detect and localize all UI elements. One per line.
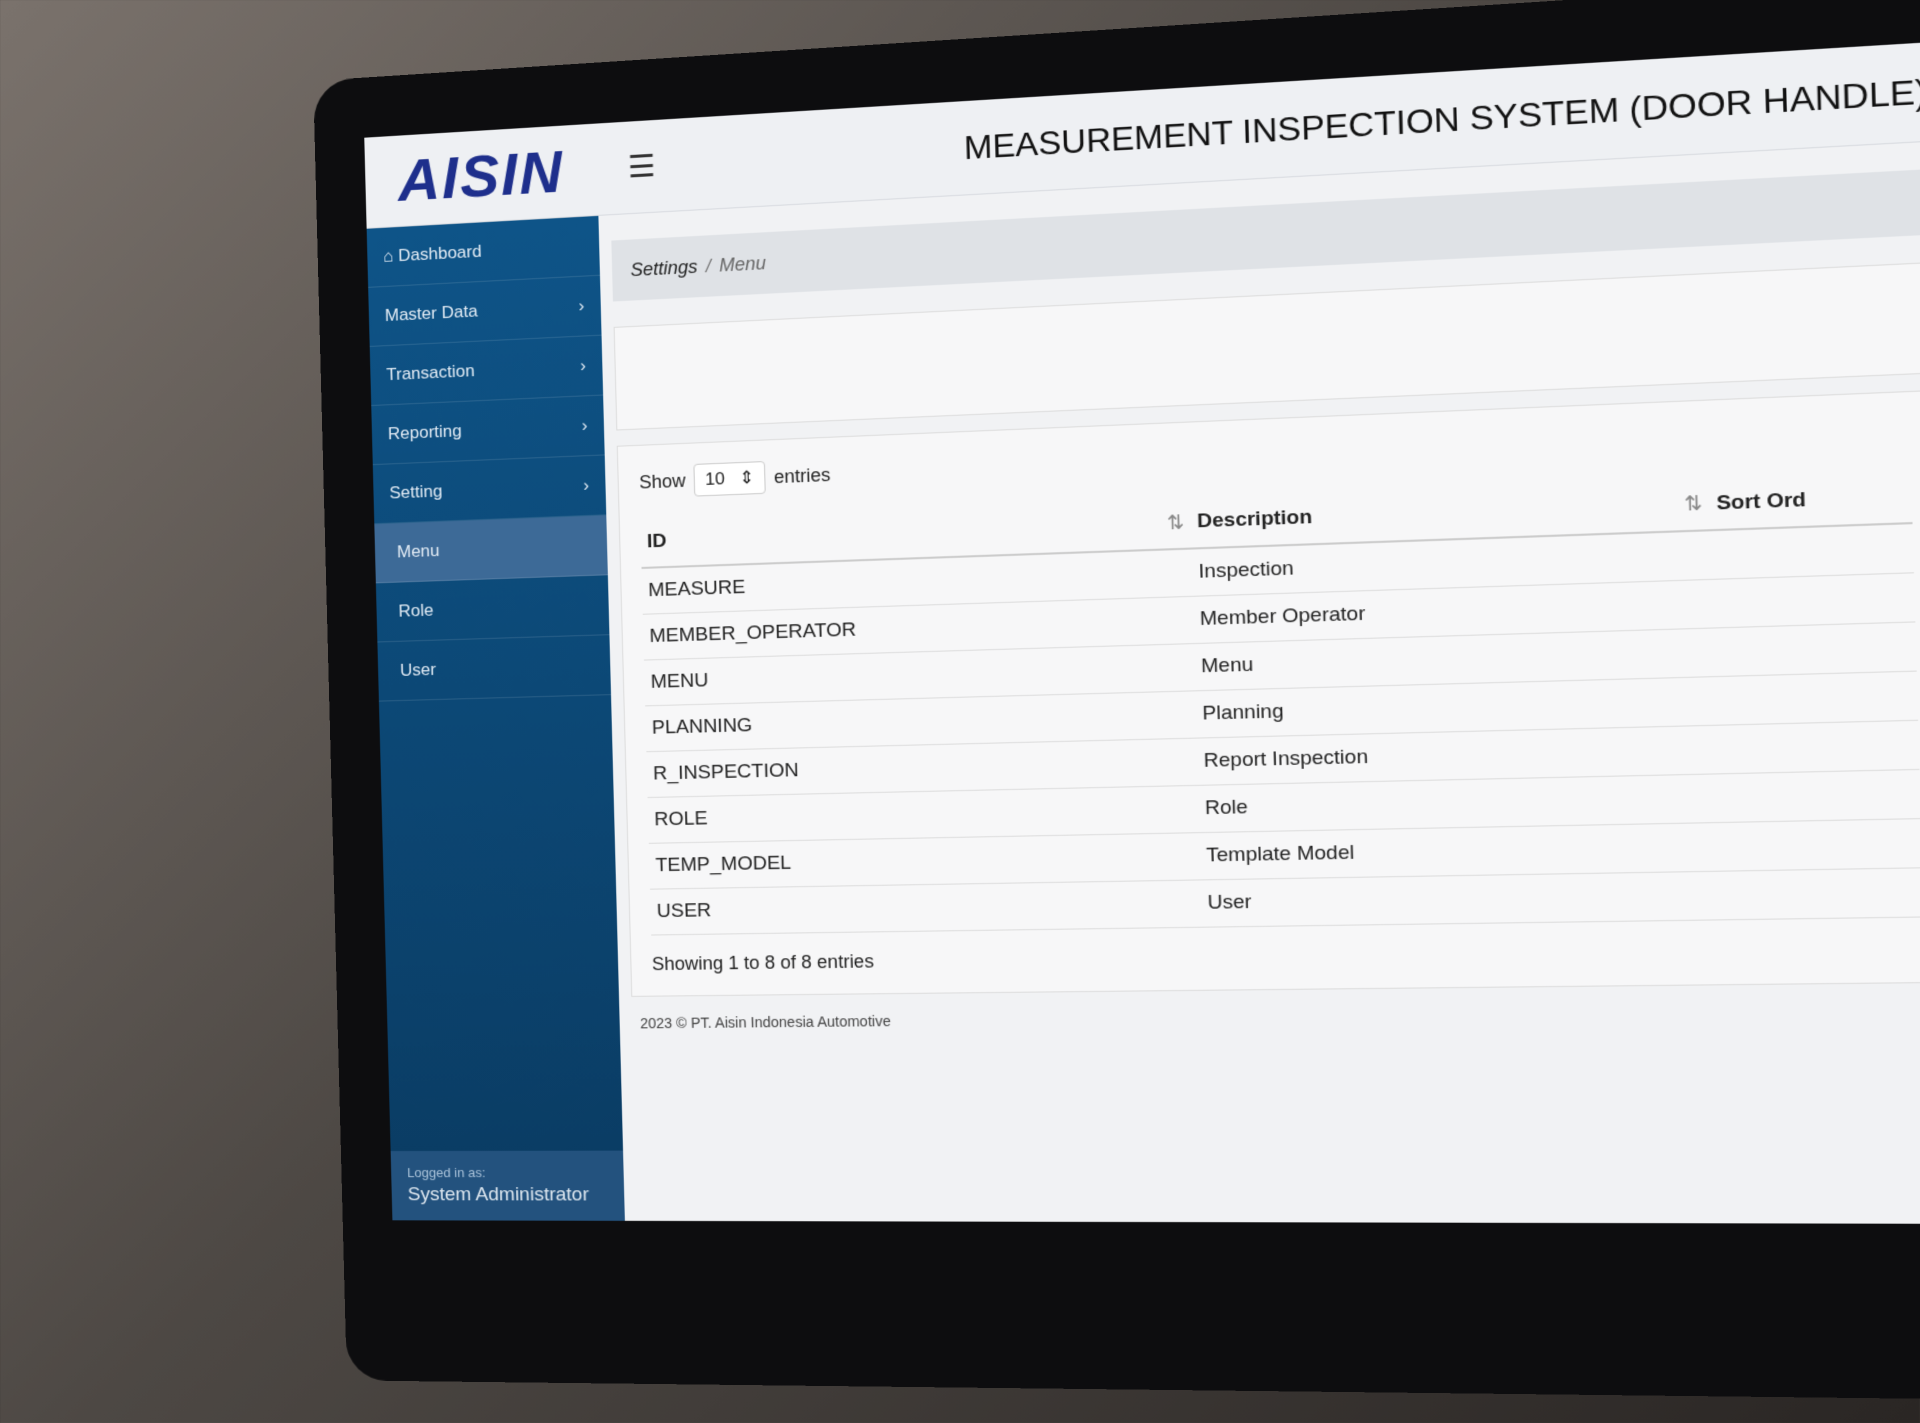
home-icon: ⌂ bbox=[383, 246, 399, 266]
page-size-value: 10 bbox=[704, 468, 726, 490]
show-label: Show bbox=[638, 469, 686, 493]
chevron-right-icon: › bbox=[579, 355, 587, 376]
sidebar-item-reporting[interactable]: Reporting › bbox=[371, 395, 605, 466]
cell-sort-order bbox=[1714, 671, 1919, 726]
entries-label: entries bbox=[773, 463, 831, 487]
cell-description: User bbox=[1200, 871, 1722, 928]
breadcrumb-separator: / bbox=[705, 255, 712, 276]
sidebar-item-label: Master Data bbox=[384, 301, 478, 326]
laptop-bezel: AISIN ☰ MEASUREMENT INSPECTION SYSTEM (D… bbox=[313, 0, 1920, 1401]
sidebar: ⌂ Dashboard Master Data › Transaction › Re… bbox=[366, 215, 625, 1221]
menu-table-card: Show 10 ⇕ entries ID ⇅ Description ⇅ Sort O… bbox=[616, 389, 1920, 997]
sidebar-item-menu[interactable]: Menu bbox=[374, 515, 608, 584]
sidebar-item-label: User bbox=[399, 659, 437, 680]
cell-sort-order bbox=[1719, 867, 1920, 920]
sort-icon[interactable]: ⇅ bbox=[1166, 511, 1184, 536]
cell-sort-order bbox=[1716, 769, 1920, 823]
aisin-logo: AISIN bbox=[397, 138, 565, 214]
cell-sort-order bbox=[1718, 818, 1920, 872]
app-screen: AISIN ☰ MEASUREMENT INSPECTION SYSTEM (D… bbox=[364, 41, 1920, 1224]
cell-id: USER bbox=[649, 879, 1202, 936]
sort-icon[interactable]: ⇅ bbox=[1684, 492, 1703, 517]
footer-copyright: 2023 © PT. Aisin Indonesia Automotive bbox=[639, 1012, 891, 1032]
sidebar-item-user[interactable]: User bbox=[377, 635, 612, 702]
page-size-select[interactable]: 10 ⇕ bbox=[693, 461, 766, 497]
sidebar-item-setting[interactable]: Setting › bbox=[372, 455, 607, 525]
column-header-sort-order[interactable]: Sort Ord bbox=[1708, 470, 1913, 531]
sidebar-item-role[interactable]: Role bbox=[375, 575, 610, 643]
cell-description: Template Model bbox=[1199, 822, 1720, 880]
table-info: Showing 1 to 8 of 8 entries bbox=[651, 950, 875, 975]
sidebar-item-transaction[interactable]: Transaction › bbox=[369, 335, 604, 407]
chevron-right-icon: › bbox=[578, 295, 585, 316]
main-content: Settings / Menu Show 10 ⇕ entries ID ⇅ Des… bbox=[598, 141, 1920, 1224]
breadcrumb-current: Menu bbox=[718, 252, 767, 276]
sidebar-item-label: Role bbox=[398, 600, 434, 621]
logged-in-user: System Administrator bbox=[407, 1184, 590, 1206]
sidebar-item-label: Reporting bbox=[387, 421, 462, 444]
menu-table: ID ⇅ Description ⇅ Sort Ord MEASURE Inspect… bbox=[640, 470, 1920, 936]
sidebar-item-master-data[interactable]: Master Data › bbox=[368, 275, 602, 347]
logged-in-panel: Logged in as: System Administrator bbox=[390, 1150, 625, 1221]
chevron-right-icon: › bbox=[581, 415, 588, 436]
cell-sort-order bbox=[1712, 621, 1917, 677]
sidebar-item-label: Setting bbox=[389, 481, 443, 503]
sidebar-item-label: Dashboard bbox=[398, 241, 482, 266]
breadcrumb-settings[interactable]: Settings bbox=[630, 256, 698, 281]
cell-sort-order bbox=[1710, 523, 1914, 580]
chevron-right-icon: › bbox=[583, 475, 590, 495]
logged-in-label: Logged in as: bbox=[406, 1164, 486, 1181]
sidebar-item-label: Transaction bbox=[386, 360, 475, 385]
hamburger-menu-icon[interactable]: ☰ bbox=[627, 148, 656, 185]
select-arrows-icon: ⇕ bbox=[739, 467, 755, 488]
cell-sort-order bbox=[1711, 572, 1916, 629]
cell-sort-order bbox=[1715, 720, 1920, 774]
sidebar-item-label: Menu bbox=[396, 540, 440, 562]
